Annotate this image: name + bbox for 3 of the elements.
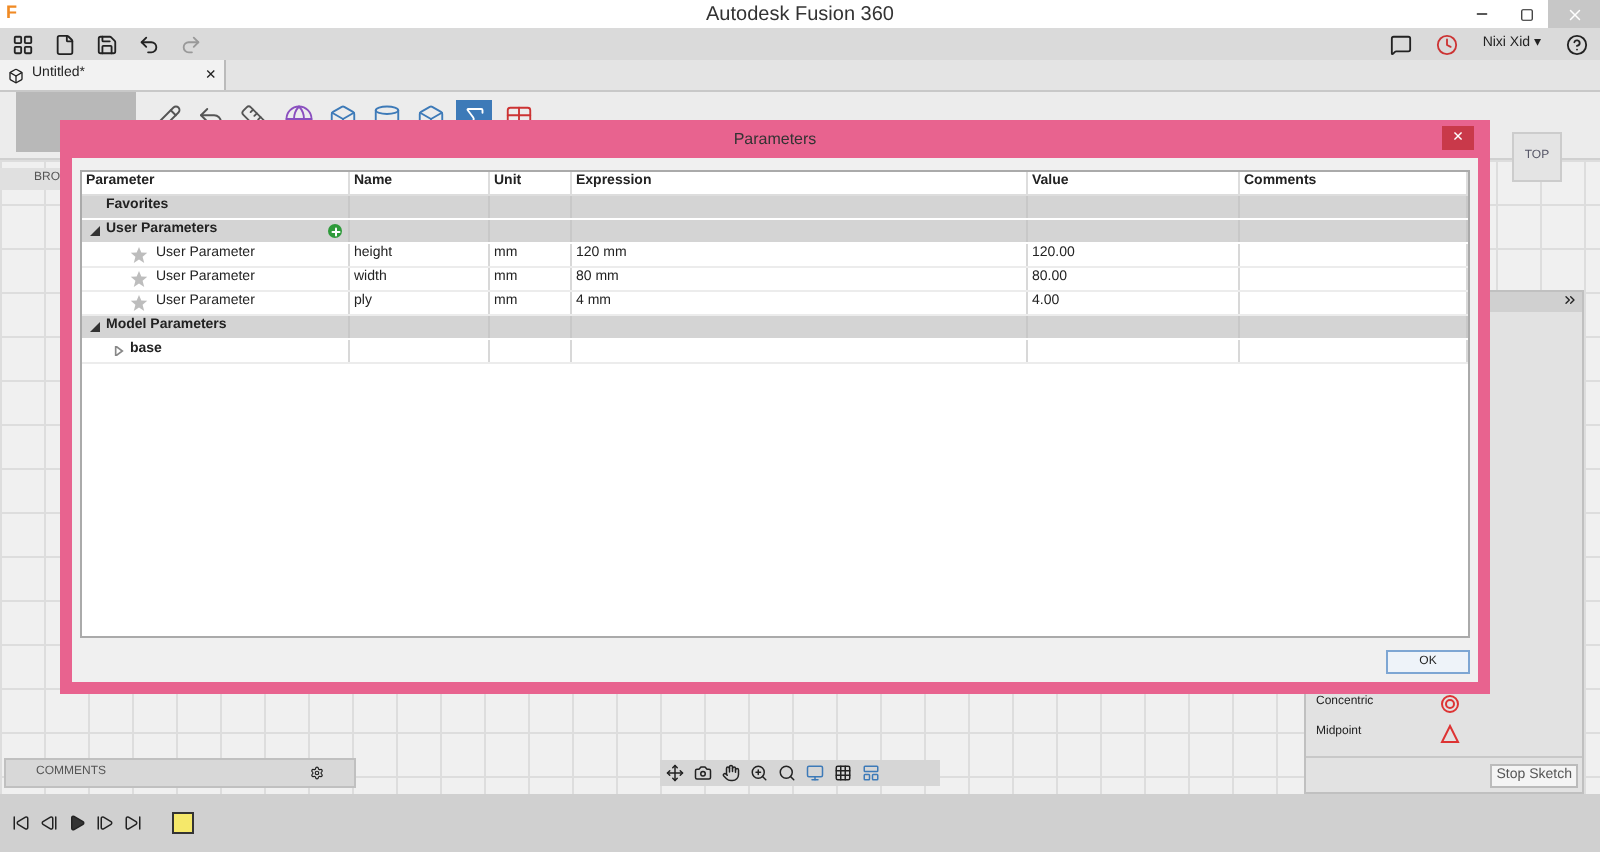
app-logo: F: [6, 0, 17, 27]
dialog-title: Parameters: [733, 127, 817, 151]
window-title: Autodesk Fusion 360: [706, 1, 894, 29]
